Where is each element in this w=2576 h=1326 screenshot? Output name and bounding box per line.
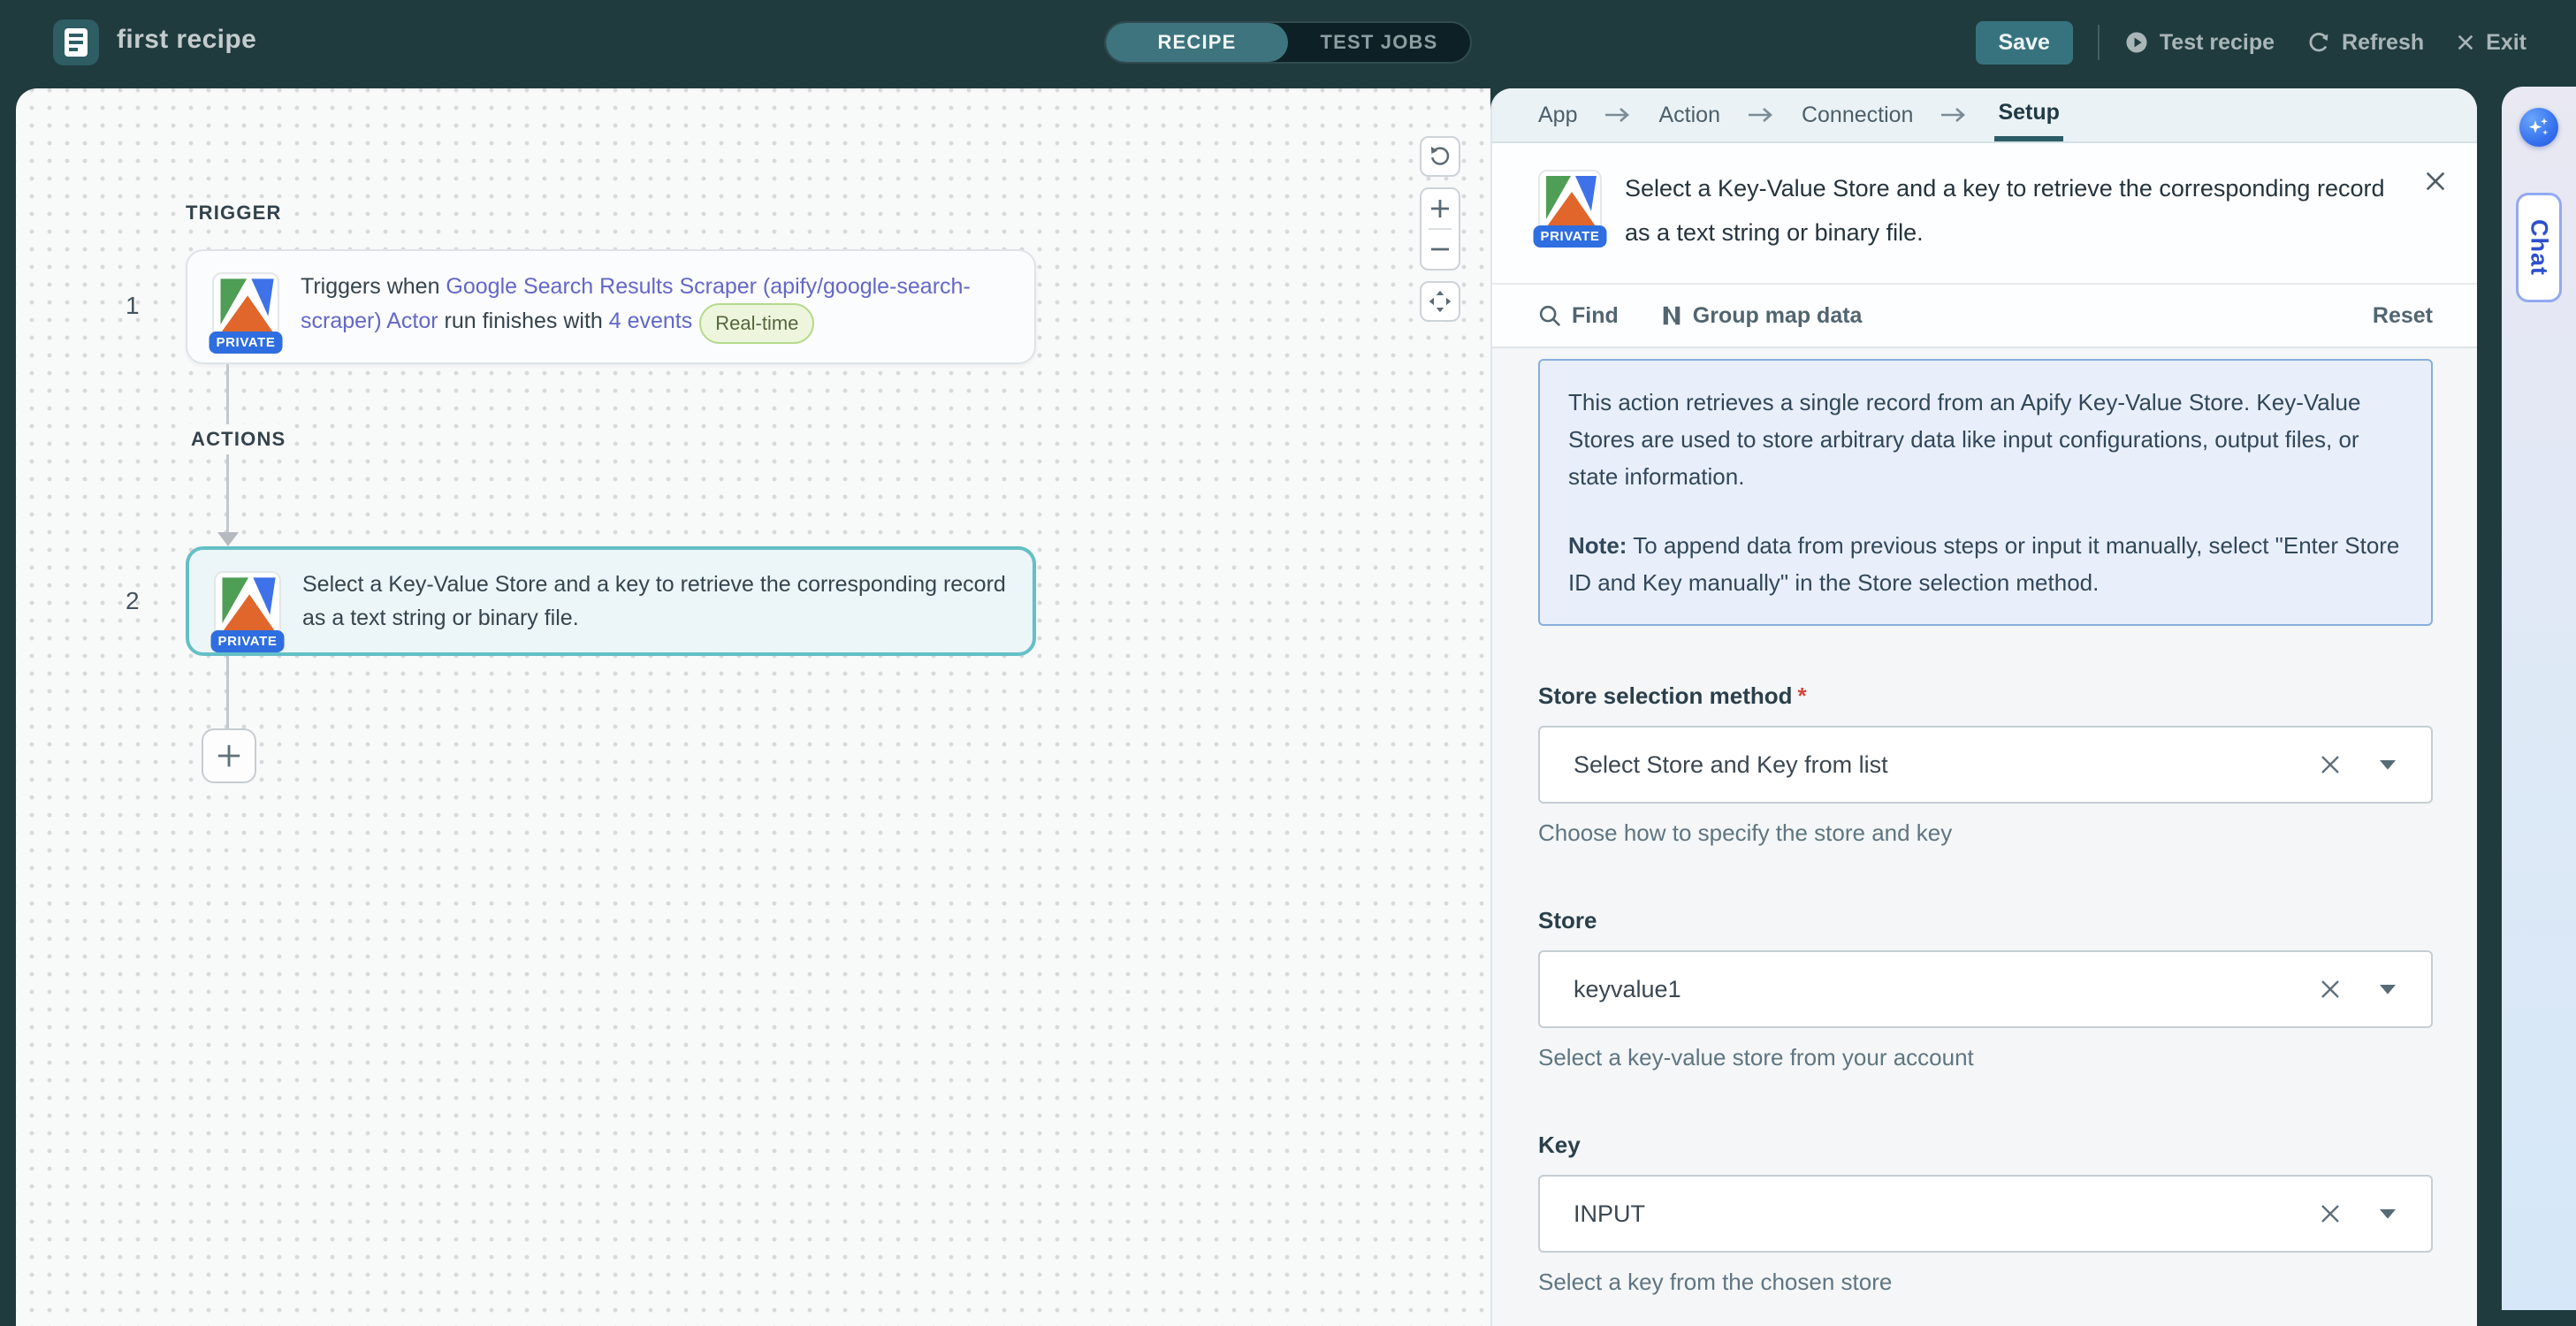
select-value: INPUT (1574, 1200, 2320, 1228)
caret-down-icon[interactable] (2380, 759, 2396, 770)
required-asterisk: * (1798, 682, 1807, 709)
field-key: Key INPUT Select a key from the chosen s… (1538, 1132, 2433, 1296)
store-selection-method-select[interactable]: Select Store and Key from list (1538, 726, 2433, 804)
trigger-step-description: Triggers when Google Search Results Scra… (301, 270, 1010, 344)
store-select[interactable]: keyvalue1 (1538, 950, 2433, 1028)
step-setup-panel: App Action Connection Setup PRIVATE Sele… (1490, 88, 2477, 1326)
field-helper: Select a key from the chosen store (1538, 1269, 2433, 1296)
realtime-badge: Real-time (699, 303, 814, 344)
breadcrumb-connection[interactable]: Connection (1802, 88, 1913, 141)
exit-button[interactable]: Exit (2456, 30, 2526, 56)
sparkles-icon (2526, 115, 2551, 140)
apify-app-icon: PRIVATE (214, 571, 281, 638)
document-icon (65, 28, 88, 57)
action-step-description: Select a Key-Value Store and a key to re… (302, 568, 1008, 635)
field-label: Store selection method* (1538, 682, 2433, 710)
panel-toolbar: Find Group map data Reset (1492, 283, 2477, 348)
clear-icon[interactable] (2320, 1203, 2341, 1224)
breadcrumb-setup[interactable]: Setup (1994, 88, 2062, 141)
arrow-right-icon (1940, 88, 1968, 141)
step-number-2: 2 (126, 587, 140, 615)
field-label: Store (1538, 907, 2433, 934)
app-logo[interactable] (53, 19, 99, 65)
find-button[interactable]: Find (1538, 303, 1619, 329)
setup-breadcrumb: App Action Connection Setup (1492, 88, 2477, 143)
close-panel-button[interactable] (2424, 170, 2447, 193)
info-note: Note: To append data from previous steps… (1568, 527, 2403, 601)
divider (2098, 25, 2100, 60)
reset-button[interactable]: Reset (2373, 303, 2433, 329)
topbar-actions: Save Test recipe Refresh Exit (1976, 0, 2527, 85)
step-number-1: 1 (126, 292, 140, 320)
group-bars-icon (1661, 304, 1682, 327)
chat-rail: Chat (2502, 87, 2576, 1310)
trigger-section-label: TRIGGER (179, 198, 289, 228)
undo-circular-arrow-icon (1428, 144, 1452, 169)
apify-app-icon: PRIVATE (212, 272, 279, 339)
clear-icon[interactable] (2320, 754, 2341, 775)
chat-tab[interactable]: Chat (2516, 193, 2562, 302)
arrow-right-icon (1747, 88, 1775, 141)
connector-arrowhead (217, 532, 239, 546)
add-step-button[interactable] (202, 728, 256, 783)
zoom-out-button[interactable] (1421, 230, 1459, 269)
save-button[interactable]: Save (1976, 21, 2073, 65)
x-icon (2456, 33, 2475, 52)
field-helper: Select a key-value store from your accou… (1538, 1044, 2433, 1071)
info-paragraph: This action retrieves a single record fr… (1568, 384, 2403, 495)
refresh-icon (2306, 30, 2331, 55)
private-badge: PRIVATE (210, 332, 283, 354)
action-info-box: This action retrieves a single record fr… (1538, 359, 2433, 626)
recipe-title: first recipe (117, 25, 256, 55)
test-recipe-button[interactable]: Test recipe (2124, 30, 2275, 56)
zoom-in-button[interactable] (1421, 189, 1459, 228)
reset-view-button[interactable] (1420, 136, 1460, 177)
key-select[interactable]: INPUT (1538, 1175, 2433, 1253)
trigger-step-card[interactable]: PRIVATE Triggers when Google Search Resu… (186, 249, 1036, 364)
panel-title: Select a Key-Value Store and a key to re… (1625, 166, 2389, 255)
actions-section-label: ACTIONS (184, 424, 293, 454)
caret-down-icon[interactable] (2380, 984, 2396, 994)
caret-down-icon[interactable] (2380, 1208, 2396, 1219)
events-link[interactable]: 4 events (609, 309, 693, 333)
tab-recipe[interactable]: RECIPE (1106, 23, 1288, 62)
top-bar: first recipe RECIPE TEST JOBS Save Test … (0, 0, 2576, 85)
search-icon (1538, 304, 1561, 327)
connector-line (226, 656, 229, 728)
field-store-selection-method: Store selection method* Select Store and… (1538, 682, 2433, 847)
breadcrumb-action[interactable]: Action (1658, 88, 1719, 141)
workflow-canvas[interactable]: TRIGGER 1 PRIVATE Triggers when Google S… (16, 88, 1490, 1326)
ai-assistant-button[interactable] (2519, 108, 2558, 147)
field-label: Key (1538, 1132, 2433, 1159)
canvas-zoom-controls (1420, 136, 1460, 322)
group-map-data-button[interactable]: Group map data (1661, 303, 1863, 329)
tab-test-jobs[interactable]: TEST JOBS (1288, 23, 1470, 62)
clear-icon[interactable] (2320, 979, 2341, 1000)
field-store: Store keyvalue1 Select a key-value store… (1538, 907, 2433, 1071)
select-value: Select Store and Key from list (1574, 751, 2320, 779)
field-helper: Choose how to specify the store and key (1538, 819, 2433, 847)
refresh-button[interactable]: Refresh (2306, 30, 2424, 56)
arrow-right-icon (1604, 88, 1632, 141)
action-step-card-selected[interactable]: PRIVATE Select a Key-Value Store and a k… (186, 546, 1036, 656)
panel-content: This action retrieves a single record fr… (1492, 348, 2477, 1326)
select-value: keyvalue1 (1574, 976, 2320, 1003)
breadcrumb-app[interactable]: App (1538, 88, 1577, 141)
x-icon (2424, 170, 2447, 193)
fit-view-button[interactable] (1420, 281, 1460, 322)
expand-arrows-icon (1428, 289, 1452, 314)
minus-icon (1429, 239, 1451, 260)
panel-title-row: PRIVATE Select a Key-Value Store and a k… (1492, 143, 2477, 283)
recipe-testjobs-toggle: RECIPE TEST JOBS (1104, 21, 1472, 64)
private-badge: PRIVATE (211, 630, 285, 652)
play-circle-icon (2124, 30, 2149, 55)
plus-icon (1429, 198, 1451, 219)
apify-app-icon: PRIVATE (1538, 170, 1602, 233)
private-badge: PRIVATE (1534, 225, 1607, 248)
plus-icon (216, 743, 242, 769)
